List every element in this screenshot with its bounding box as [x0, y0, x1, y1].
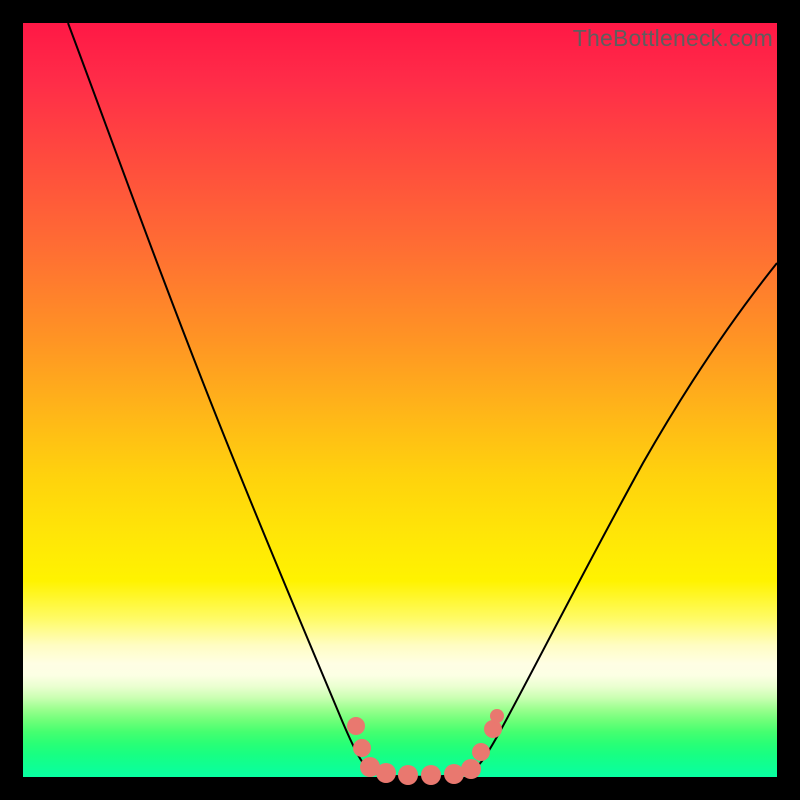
marker-dot: [472, 743, 490, 761]
outer-black-frame: TheBottleneck.com: [0, 0, 800, 800]
marker-dot: [347, 717, 365, 735]
marker-dot: [461, 759, 481, 779]
valley-marker-cluster: [347, 709, 504, 785]
marker-dot: [376, 763, 396, 783]
marker-dot: [490, 709, 504, 723]
curve-overlay: [23, 23, 777, 777]
marker-dot: [353, 739, 371, 757]
marker-dot: [398, 765, 418, 785]
marker-dot: [444, 764, 464, 784]
bottleneck-curve: [68, 23, 777, 777]
marker-dot: [421, 765, 441, 785]
marker-dot: [484, 720, 502, 738]
